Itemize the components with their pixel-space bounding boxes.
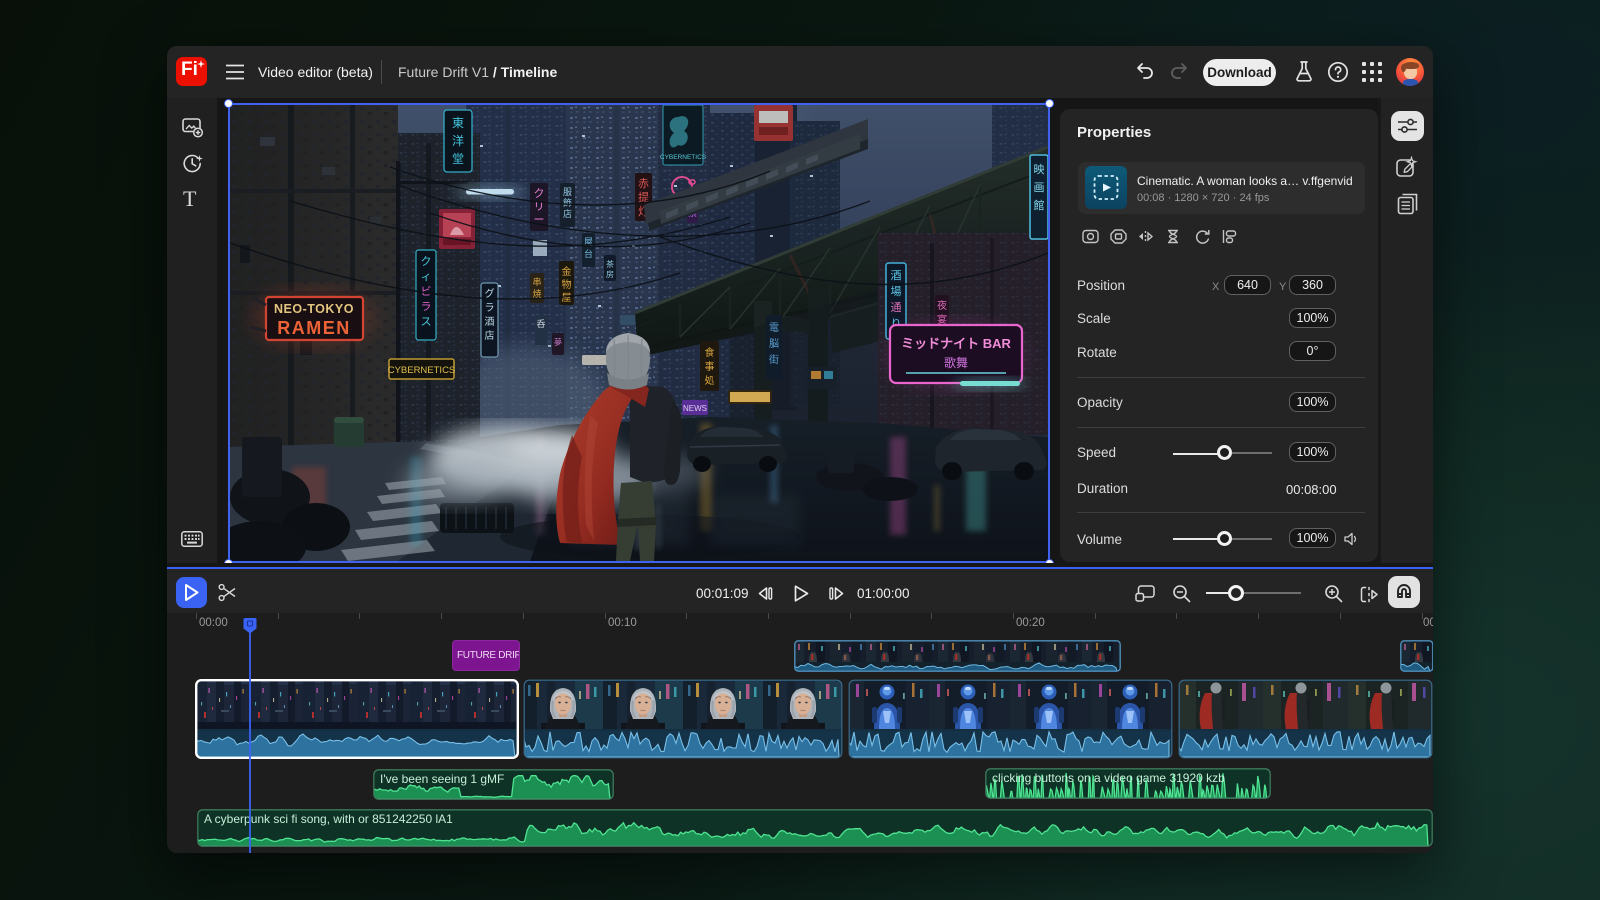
svg-text:I've been seeing 1 gMF: I've been seeing 1 gMF bbox=[380, 772, 504, 786]
svg-text:clicking buttons on a video ga: clicking buttons on a video game 31920 k… bbox=[992, 771, 1225, 785]
svg-text:A cyberpunk sci fi song, with: A cyberpunk sci fi song, with or 8512422… bbox=[204, 812, 453, 826]
